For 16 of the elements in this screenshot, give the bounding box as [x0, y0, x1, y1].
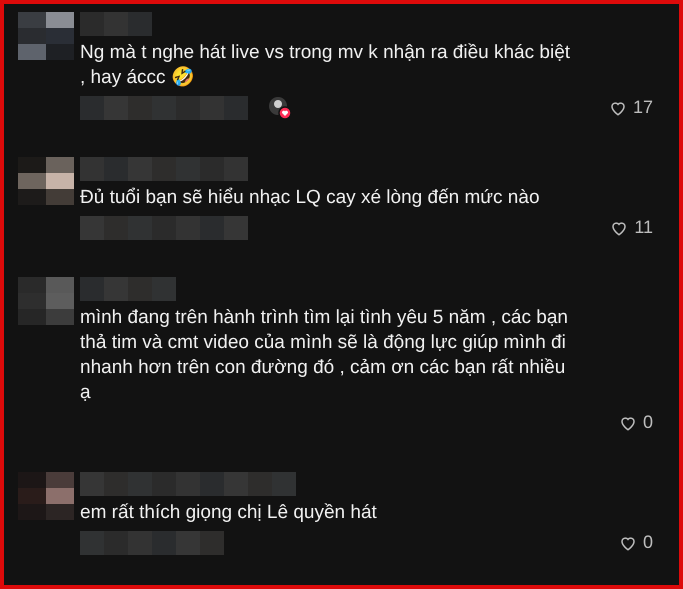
blurred-avatar[interactable]: [18, 472, 74, 520]
like-button[interactable]: 17: [608, 94, 653, 121]
creator-liked-badge-icon: [268, 96, 292, 120]
like-button[interactable]: 0: [618, 529, 653, 556]
blurred-avatar[interactable]: [18, 12, 74, 60]
like-count: 0: [642, 531, 653, 554]
comment-text: Ng mà t nghe hát live vs trong mv k nhận ra điều khác biệt , hay áccc 🤣: [80, 41, 572, 90]
like-count: 0: [642, 411, 653, 434]
like-count: 11: [634, 216, 653, 239]
comment-text: em rất thích giọng chị Lê quyền hát: [80, 501, 378, 525]
blurred-avatar[interactable]: [18, 157, 74, 205]
comment-text: Đủ tuổi bạn sẽ hiểu nhạc LQ cay xé lòng đến mức nào: [80, 186, 541, 210]
like-button[interactable]: 11: [610, 214, 653, 241]
comment-text: mình đang trên hành trình tìm lại tình yêu 5 năm , các bạn thả tim và cmt video của mình sẽ là động lực giúp mình đi nhanh hơn trên con đường đó , cảm ơn các bạn rất nhiều ạ: [80, 306, 569, 405]
like-count: 17: [632, 96, 653, 119]
like-button[interactable]: 0: [618, 409, 653, 436]
